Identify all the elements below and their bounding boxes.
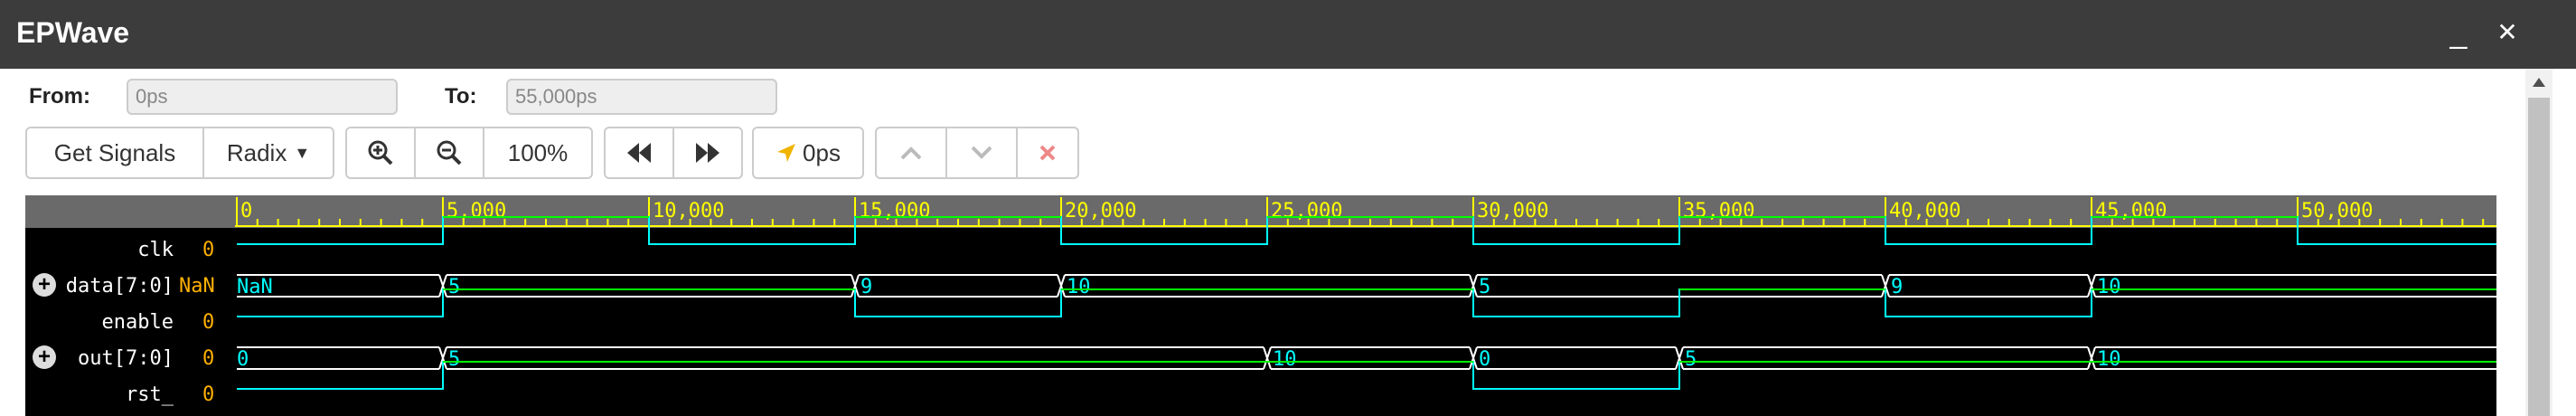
waveform-canvas[interactable]: 0 5,000 10,000 15,000 20,000 25,000 30,000 35,0…: [235, 195, 2496, 416]
radix-button[interactable]: Radix ▼: [202, 127, 334, 179]
ruler-tick-label: 20,000: [1065, 200, 1136, 222]
minimize-button[interactable]: _: [2440, 13, 2477, 52]
ruler-tick-label: 30,000: [1477, 200, 1548, 222]
ruler-tick-label: 10,000: [653, 200, 724, 222]
data-bus-label: 5: [1479, 276, 1490, 298]
ruler-tick-label: 50,000: [2301, 200, 2373, 222]
out-bus-label: 10: [2097, 348, 2121, 371]
fast-forward-icon: [696, 143, 719, 163]
from-input[interactable]: [127, 79, 398, 115]
data-bus-label: 10: [1067, 276, 1091, 298]
expand-icon[interactable]: +: [33, 345, 56, 369]
ruler-tick-label: 0: [240, 200, 252, 222]
data-bus-label: NaN: [237, 276, 273, 298]
get-signals-button[interactable]: Get Signals: [25, 127, 204, 179]
signal-value: 0: [202, 311, 215, 334]
cursor-time-label: 0ps: [803, 138, 841, 166]
get-signals-label: Get Signals: [53, 138, 176, 166]
cursor-time-button[interactable]: 0ps: [752, 127, 864, 179]
data-bus-label: 9: [860, 276, 872, 298]
scrollbar-thumb[interactable]: [2528, 98, 2550, 416]
signal-name: clk: [137, 239, 174, 261]
signal-name: data[7:0]: [65, 275, 174, 298]
out-bus-label: 5: [1685, 348, 1697, 371]
data-bus-label: 10: [2097, 276, 2121, 298]
zoom-out-icon: [437, 140, 462, 165]
signal-value: NaN: [179, 275, 215, 298]
chevron-up-icon: [900, 147, 922, 160]
app-title: EPWave: [16, 16, 130, 49]
zoom-out-button[interactable]: [414, 127, 484, 179]
title-bar: EPWave _ ✕: [0, 0, 2576, 69]
out-bus-transition: [2087, 346, 2096, 370]
move-up-button[interactable]: [875, 127, 947, 179]
ruler-tick-label: 15,000: [859, 200, 930, 222]
zoom-in-icon: [368, 140, 393, 165]
out-bus-label: 5: [448, 348, 460, 371]
out-bus-transition: [1263, 346, 1272, 370]
signal-value: 0: [202, 383, 215, 406]
signal-value: 0: [202, 347, 215, 370]
ruler-tick-label: 25,000: [1271, 200, 1342, 222]
fast-backward-icon: [627, 143, 651, 163]
caret-down-icon: ▼: [294, 143, 311, 162]
prev-edge-button[interactable]: [604, 127, 674, 179]
close-button[interactable]: ✕: [2489, 13, 2525, 52]
ruler-tick-label: 45,000: [2095, 200, 2167, 222]
ruler-tick-label: 35,000: [1683, 200, 1754, 222]
signal-name: enable: [101, 311, 174, 334]
from-label: From:: [29, 84, 90, 109]
chevron-down-icon: [971, 146, 992, 159]
radix-label: Radix: [226, 138, 287, 166]
data-bus-label: 5: [448, 276, 460, 298]
remove-icon: [1039, 145, 1056, 161]
ruler-tick-label: 5,000: [447, 200, 506, 222]
out-bus-label: 0: [1479, 348, 1490, 371]
out-bus-label: 0: [237, 348, 249, 371]
signal-name: rst_: [126, 383, 174, 406]
out-bus-label: 10: [1273, 348, 1297, 371]
expand-icon[interactable]: +: [33, 273, 56, 297]
signal-value: 0: [202, 239, 215, 261]
scroll-up-icon[interactable]: [2528, 72, 2550, 94]
move-down-button[interactable]: [945, 127, 1018, 179]
zoom-level[interactable]: 100%: [483, 127, 593, 179]
next-edge-button[interactable]: [672, 127, 743, 179]
data-bus-label: 9: [1891, 276, 1903, 298]
signal-name: out[7:0]: [78, 347, 174, 370]
remove-signal-button[interactable]: [1016, 127, 1079, 179]
zoom-in-button[interactable]: [345, 127, 416, 179]
to-label: To:: [445, 84, 477, 109]
zoom-level-label: 100%: [507, 138, 569, 166]
location-arrow-icon: [777, 144, 796, 162]
ruler-tick-label: 40,000: [1889, 200, 1960, 222]
enable-wave: [237, 288, 2496, 317]
ruler-spacer: [25, 195, 235, 228]
to-input[interactable]: [506, 79, 777, 115]
rst-wave: [237, 361, 2496, 390]
